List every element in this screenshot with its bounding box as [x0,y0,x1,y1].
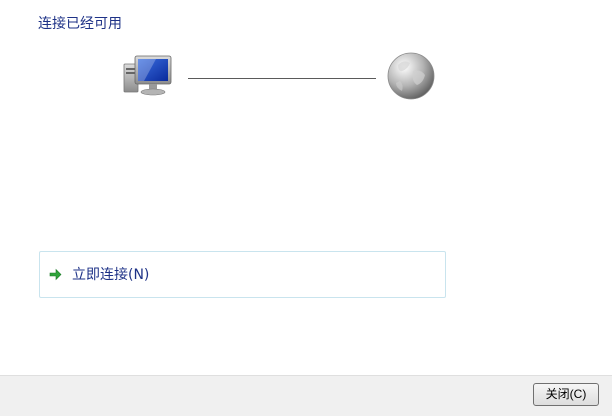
globe-icon [387,52,435,100]
footer-bar [0,375,612,416]
computer-icon [123,55,172,96]
green-arrow-icon [49,268,62,281]
connect-now-label: 立即连接(N) [72,267,150,283]
close-button[interactable]: 关闭(C) [533,383,599,406]
page-title: 连接已经可用 [38,16,122,32]
network-line [188,78,376,79]
connect-now-button[interactable]: 立即连接(N) [39,251,446,298]
